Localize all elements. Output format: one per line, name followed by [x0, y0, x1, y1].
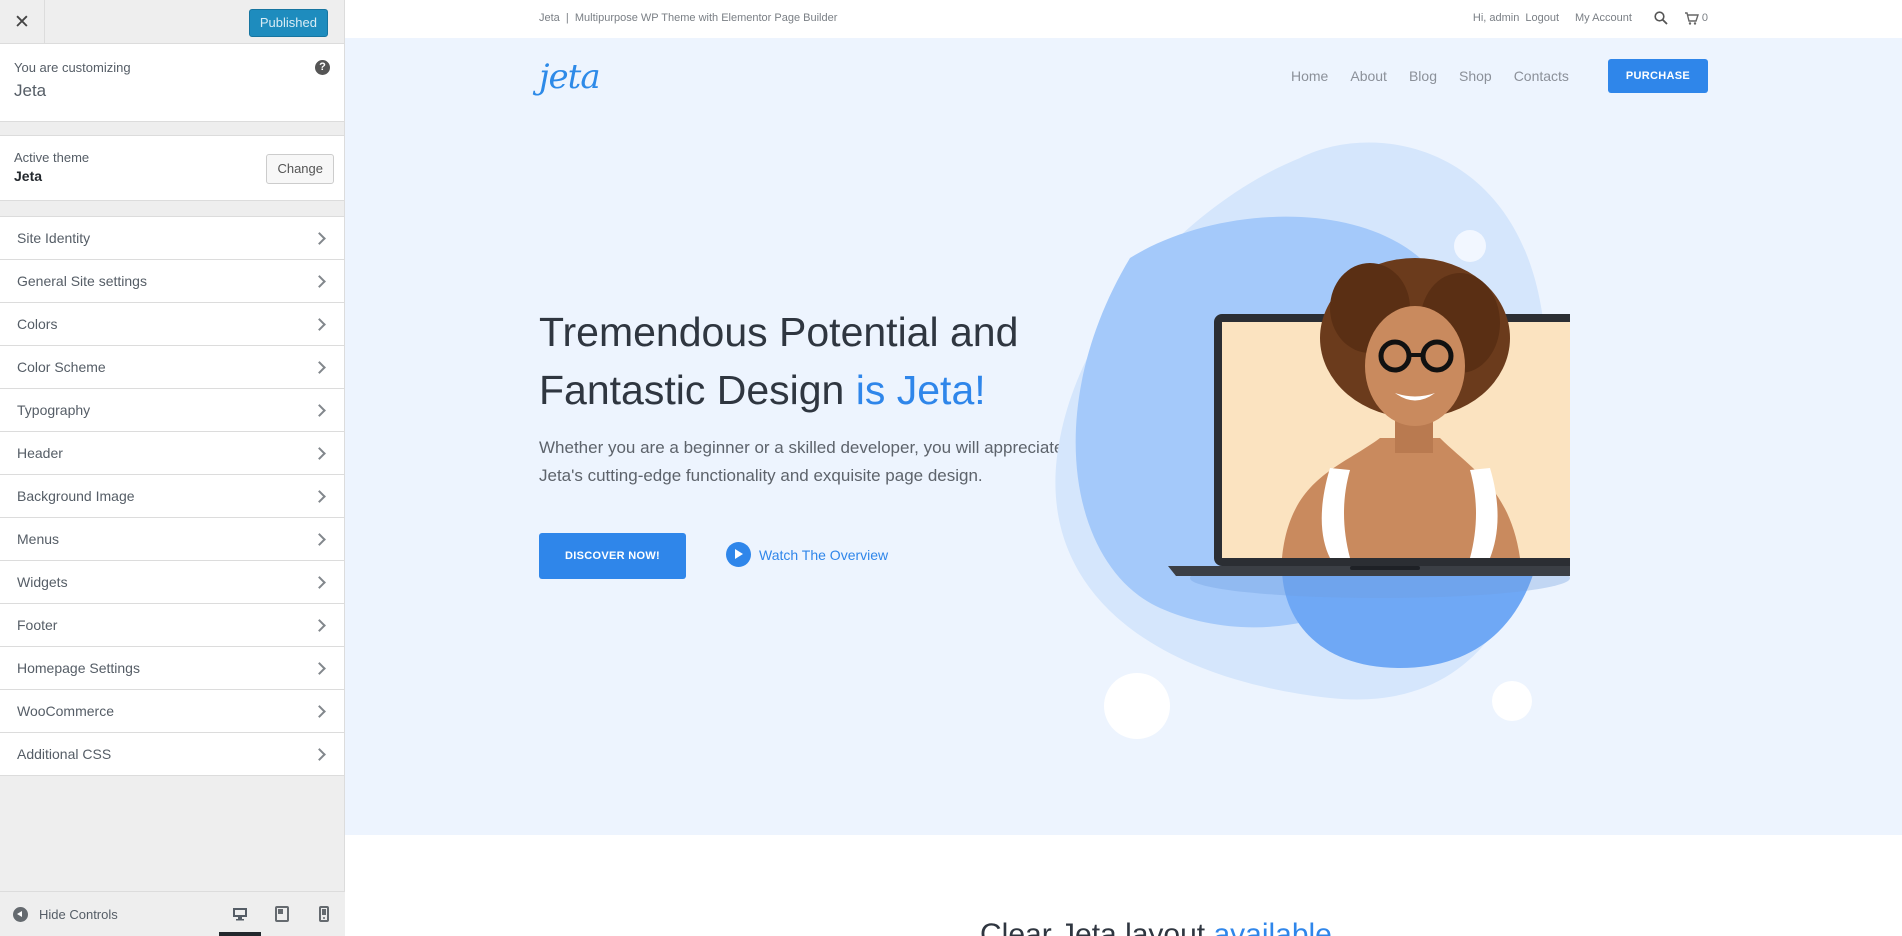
desktop-icon [233, 908, 247, 921]
nav-item-blog[interactable]: Blog [1409, 68, 1437, 84]
hero-illustration [1055, 142, 1570, 739]
site-logo[interactable]: jeta [539, 57, 601, 97]
nav-item-home[interactable]: Home [1291, 68, 1328, 84]
bubble-left [1104, 673, 1170, 739]
watch-overview-label: Watch The Overview [759, 546, 889, 563]
logout-link[interactable]: Logout [1525, 12, 1559, 24]
chevron-right-icon [313, 489, 326, 503]
main-nav: Home About Blog Shop Contacts [1291, 68, 1569, 84]
section-label: General Site settings [17, 273, 147, 289]
chevron-right-icon [313, 403, 326, 417]
customizer-sidebar: ✕ Published You are customizing Jeta ? A… [0, 0, 345, 936]
next-section-title-accent: available [1213, 918, 1332, 936]
watch-overview-link[interactable]: Watch The Overview [726, 542, 888, 567]
site-tagline: Jeta | Multipurpose WP Theme with Elemen… [539, 12, 838, 24]
greeting-text: Hi, admin [1472, 12, 1520, 24]
chevron-right-icon [313, 317, 326, 331]
section-label: Color Scheme [17, 359, 106, 375]
chevron-right-icon [313, 274, 326, 288]
hero-title-plain: Fantastic Design [539, 367, 856, 413]
nav-item-contacts[interactable]: Contacts [1514, 68, 1569, 84]
chevron-right-icon [313, 575, 326, 589]
customizing-label: You are customizing [14, 60, 131, 75]
site-title: Jeta [14, 81, 47, 100]
search-icon[interactable] [1654, 11, 1668, 25]
discover-button[interactable]: DISCOVER NOW! [539, 533, 686, 579]
customizer-header: ✕ Published [0, 0, 344, 44]
section-label: Widgets [17, 574, 68, 590]
help-icon[interactable]: ? [315, 60, 330, 75]
cart-count: 0 [1701, 12, 1708, 24]
active-theme-panel: Active theme Jeta Change [0, 135, 344, 201]
chevron-right-icon [313, 446, 326, 460]
mobile-icon [319, 906, 329, 922]
desktop-preview-button[interactable] [219, 892, 261, 936]
next-section-title: Clear Jeta layout available [980, 918, 1332, 936]
section-menus[interactable]: Menus [0, 518, 344, 561]
cart-icon[interactable] [1684, 11, 1699, 25]
my-account-link[interactable]: My Account [1575, 12, 1632, 24]
hero-title: Tremendous Potential and Fantastic Desig… [539, 303, 1018, 419]
chevron-right-icon [313, 532, 326, 546]
customizer-footer: Hide Controls [0, 891, 345, 936]
next-section-title-plain: Clear Jeta layout [980, 918, 1214, 936]
tablet-preview-button[interactable] [261, 892, 303, 936]
section-general-site-settings[interactable]: General Site settings [0, 260, 344, 303]
section-label: Homepage Settings [17, 660, 140, 676]
hero-title-line1: Tremendous Potential and [539, 309, 1019, 355]
section-label: Colors [17, 316, 58, 332]
publish-button[interactable]: Published [248, 9, 328, 37]
section-label: Header [17, 445, 63, 461]
site-preview: Jeta | Multipurpose WP Theme with Elemen… [345, 0, 1902, 936]
section-label: Site Identity [17, 230, 91, 246]
section-label: Footer [17, 617, 58, 633]
hide-controls-button[interactable]: Hide Controls [39, 907, 118, 922]
section-label: Additional CSS [17, 746, 112, 762]
nav-item-about[interactable]: About [1350, 68, 1387, 84]
chevron-right-icon [313, 704, 326, 718]
section-label: Typography [17, 402, 91, 418]
section-homepage-settings[interactable]: Homepage Settings [0, 647, 344, 690]
section-additional-css[interactable]: Additional CSS [0, 733, 344, 776]
section-background-image[interactable]: Background Image [0, 475, 344, 518]
purchase-button[interactable]: PURCHASE [1608, 59, 1708, 93]
customizer-sections: Site Identity General Site settings Colo… [0, 216, 344, 776]
chevron-right-icon [313, 360, 326, 374]
chevron-right-icon [313, 747, 326, 761]
chevron-right-icon [313, 661, 326, 675]
hero-subtitle: Whether you are a beginner or a skilled … [539, 438, 1064, 485]
chevron-right-icon [313, 618, 326, 632]
section-typography[interactable]: Typography [0, 389, 344, 432]
hero-title-line2: Fantastic Design is Jeta! [539, 361, 1018, 419]
section-label: Background Image [17, 488, 135, 504]
section-label: WooCommerce [17, 703, 114, 719]
section-color-scheme[interactable]: Color Scheme [0, 346, 344, 389]
tablet-icon [275, 906, 289, 922]
nav-item-shop[interactable]: Shop [1459, 68, 1492, 84]
collapse-icon[interactable] [13, 906, 28, 922]
section-colors[interactable]: Colors [0, 303, 344, 346]
customizer-info: You are customizing Jeta ? [0, 44, 344, 122]
close-icon[interactable]: ✕ [0, 0, 45, 44]
hero-title-accent: is Jeta! [855, 367, 986, 413]
device-preview-buttons [219, 892, 345, 936]
section-woocommerce[interactable]: WooCommerce [0, 690, 344, 733]
account-links: Hi, admin Logout My Account 0 [1473, 11, 1708, 25]
hero-section: jeta Home About Blog Shop Contacts PURCH… [345, 38, 1902, 835]
chevron-right-icon [313, 231, 326, 245]
change-theme-button[interactable]: Change [266, 154, 334, 184]
site-topbar: Jeta | Multipurpose WP Theme with Elemen… [345, 0, 1902, 38]
section-widgets[interactable]: Widgets [0, 561, 344, 604]
section-footer[interactable]: Footer [0, 604, 344, 647]
bubble-right [1492, 681, 1532, 721]
section-header[interactable]: Header [0, 432, 344, 475]
bubble-top [1454, 230, 1486, 262]
section-site-identity[interactable]: Site Identity [0, 217, 344, 260]
play-icon [726, 542, 751, 567]
laptop-notch [1350, 566, 1420, 570]
section-label: Menus [17, 531, 60, 547]
mobile-preview-button[interactable] [303, 892, 345, 936]
